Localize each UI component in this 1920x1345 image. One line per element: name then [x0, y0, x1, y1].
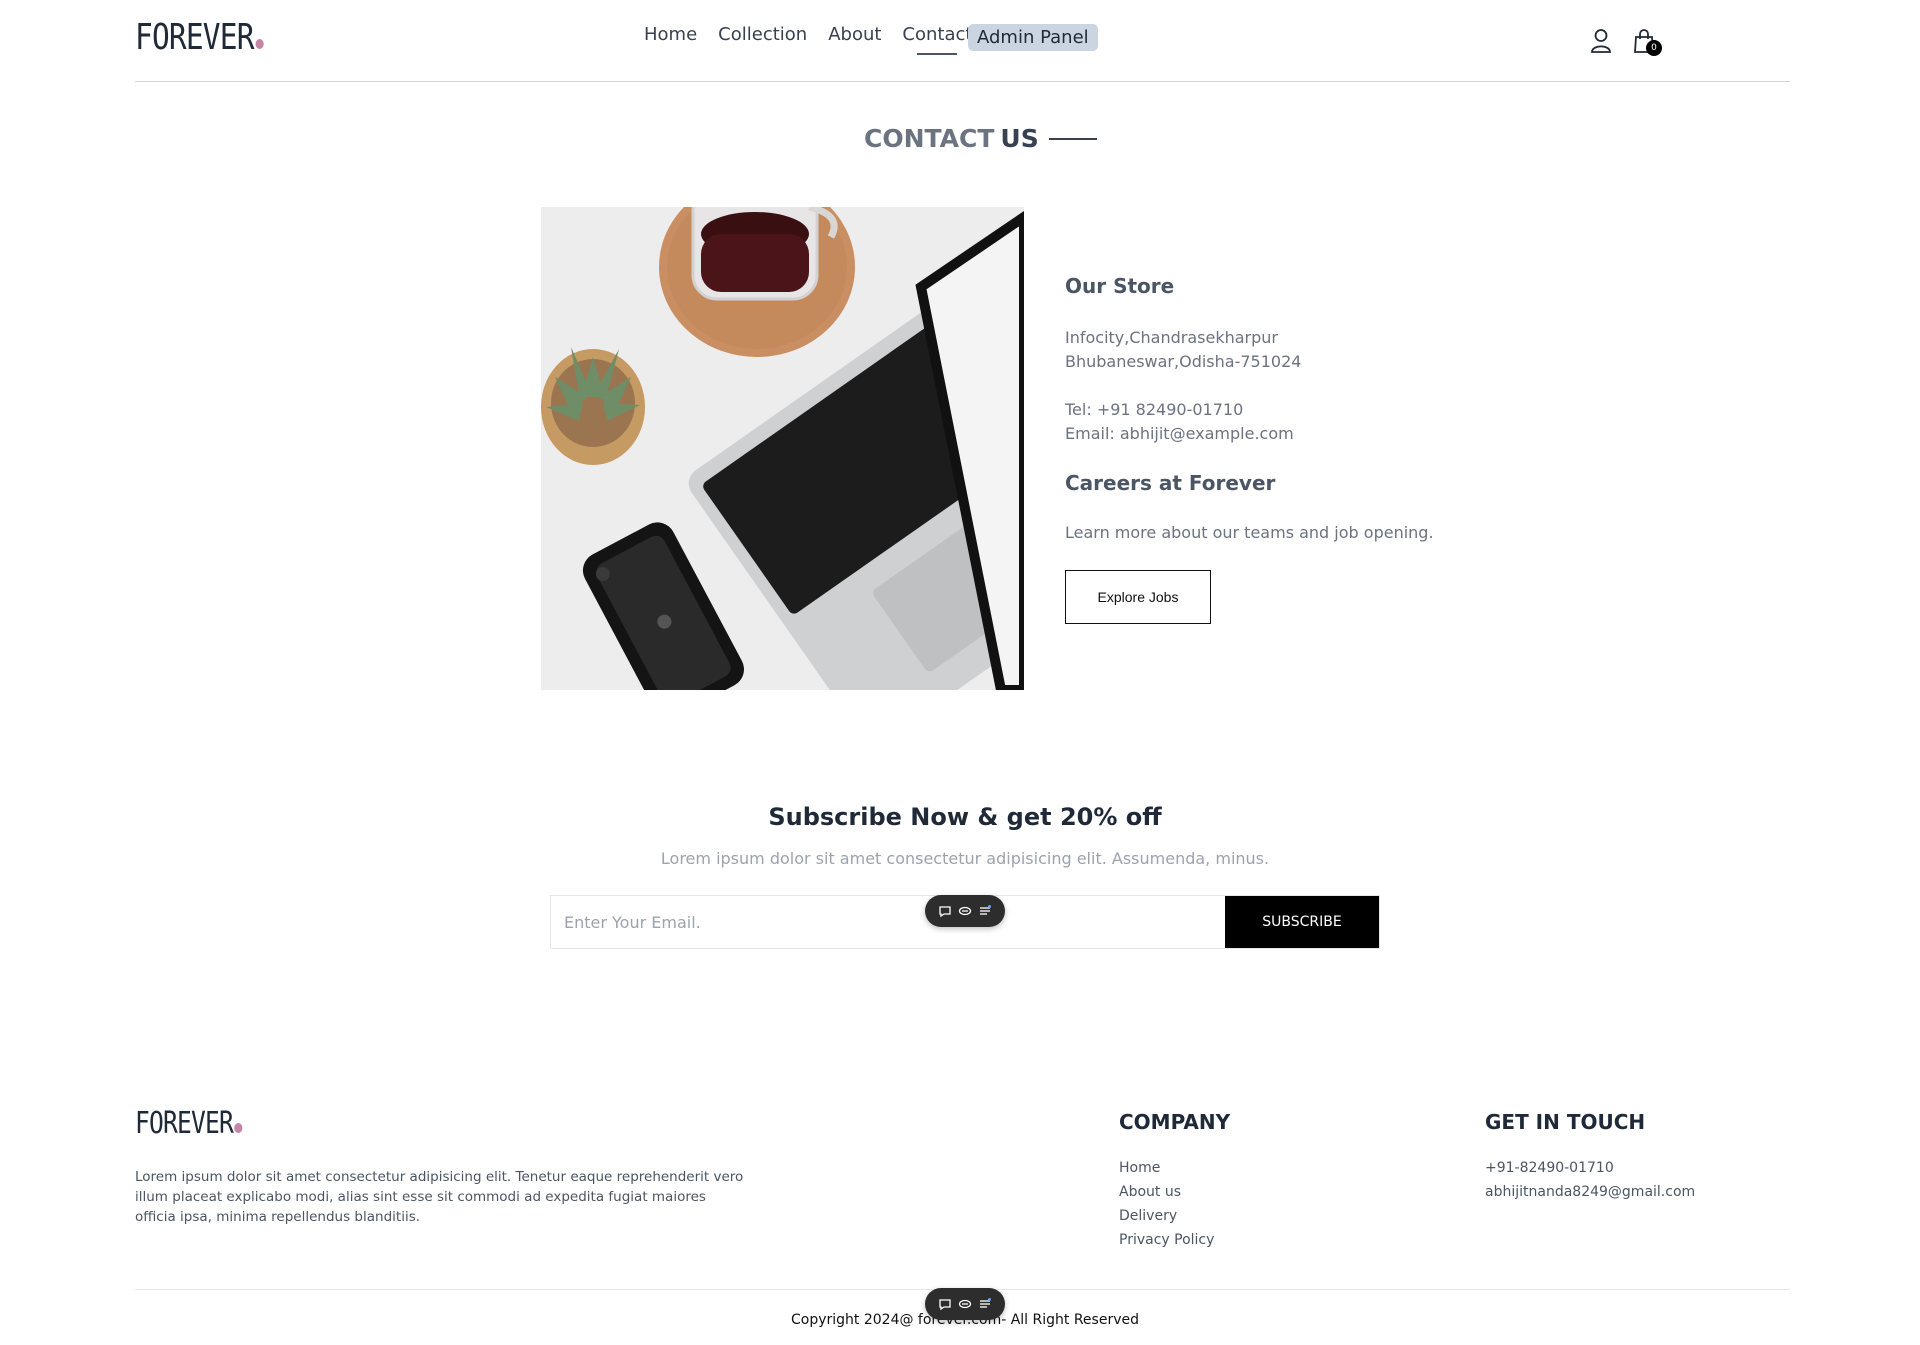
- footer-link-delivery[interactable]: Delivery: [1119, 1204, 1214, 1228]
- company-title: COMPANY: [1119, 1110, 1231, 1134]
- careers-title: Careers at Forever: [1065, 471, 1276, 495]
- page-title: CONTACT US: [864, 124, 1097, 153]
- list-settings-icon[interactable]: [978, 1297, 992, 1311]
- link-icon[interactable]: [958, 904, 972, 918]
- nav-link-contact[interactable]: Contact: [902, 24, 972, 55]
- nav-link-about[interactable]: About: [828, 24, 881, 45]
- footer-logo[interactable]: FOREVER: [135, 1107, 243, 1141]
- link-icon[interactable]: [958, 1297, 972, 1311]
- page-title-bold: US: [1000, 124, 1039, 153]
- store-email: Email: abhijit@example.com: [1065, 424, 1294, 443]
- page-title-light: CONTACT: [864, 124, 995, 153]
- subscribe-text: Lorem ipsum dolor sit amet consectetur a…: [660, 849, 1270, 868]
- footer-link-about-us[interactable]: About us: [1119, 1180, 1214, 1204]
- footer-logo-text: FOREVER: [135, 1106, 234, 1141]
- footer-description: Lorem ipsum dolor sit amet consectetur a…: [135, 1169, 744, 1225]
- careers-text: Learn more about our teams and job openi…: [1065, 523, 1434, 542]
- brand-logo-text: FOREVER: [135, 17, 254, 58]
- comment-icon[interactable]: [938, 904, 952, 918]
- subscribe-title: Subscribe Now & get 20% off: [768, 803, 1162, 831]
- nav-link-home[interactable]: Home: [644, 24, 697, 45]
- company-links: Home About us Delivery Privacy Policy: [1119, 1156, 1214, 1252]
- store-address: Infocity,Chandrasekharpur Bhubaneswar,Od…: [1065, 326, 1301, 374]
- floating-toolbar: [925, 895, 1005, 927]
- footer-logo-dot-icon: [234, 1123, 243, 1133]
- footer-link-privacy-policy[interactable]: Privacy Policy: [1119, 1228, 1214, 1252]
- cart-count-badge: 0: [1646, 40, 1662, 56]
- store-title: Our Store: [1065, 274, 1175, 298]
- store-address-line1: Infocity,Chandrasekharpur: [1065, 328, 1278, 347]
- logo-dot-icon: [255, 39, 264, 49]
- comment-icon[interactable]: [938, 1297, 952, 1311]
- footer-phone: +91-82490-01710: [1485, 1160, 1614, 1176]
- main-nav: Home Collection About Contact: [644, 24, 972, 55]
- workspace-photo: [541, 207, 1024, 690]
- subscribe-button[interactable]: SUBSCRIBE: [1225, 896, 1379, 948]
- title-underline: [1048, 137, 1097, 140]
- store-tel: Tel: +91 82490-01710: [1065, 400, 1244, 419]
- get-in-touch-info: +91-82490-01710 abhijitnanda8249@gmail.c…: [1485, 1156, 1695, 1204]
- explore-jobs-button[interactable]: Explore Jobs: [1065, 570, 1211, 624]
- floating-toolbar-bottom: [925, 1288, 1005, 1320]
- store-address-line2: Bhubaneswar,Odisha-751024: [1065, 352, 1302, 371]
- footer-link-home[interactable]: Home: [1119, 1156, 1214, 1180]
- store-contact: Tel: +91 82490-01710 Email: abhijit@exam…: [1065, 398, 1294, 446]
- contact-image: [541, 207, 1024, 690]
- email-input[interactable]: [551, 896, 1225, 948]
- nav-link-collection[interactable]: Collection: [718, 24, 807, 45]
- user-icon[interactable]: [1590, 28, 1612, 54]
- get-in-touch-title: GET IN TOUCH: [1485, 1110, 1646, 1134]
- brand-logo[interactable]: FOREVER: [135, 18, 264, 58]
- list-settings-icon[interactable]: [978, 904, 992, 918]
- admin-panel-button[interactable]: Admin Panel: [968, 24, 1098, 51]
- footer-email: abhijitnanda8249@gmail.com: [1485, 1184, 1696, 1200]
